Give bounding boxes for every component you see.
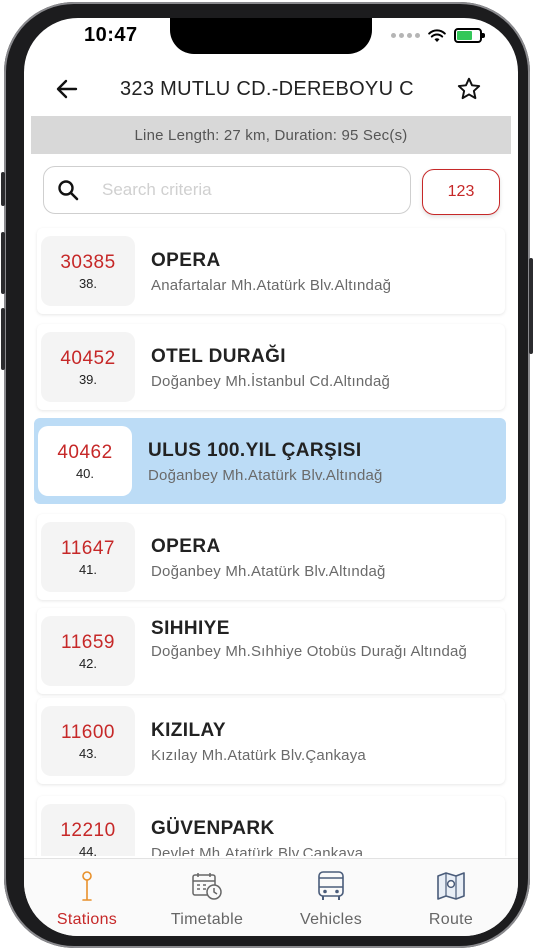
- status-bar: 10:47: [24, 18, 518, 62]
- stop-code-box: 11647 41.: [41, 522, 135, 592]
- calendar-clock-icon: [190, 869, 224, 903]
- app-header: 323 MUTLU CD.-DEREBOYU C: [24, 70, 518, 110]
- stop-name: OPERA: [151, 250, 221, 271]
- status-time: 10:47: [84, 24, 138, 46]
- stop-row-selected[interactable]: 40462 40. ULUS 100.YIL ÇARŞISI Doğanbey …: [34, 418, 506, 504]
- stop-row[interactable]: 11647 41. OPERA Doğanbey Mh.Atatürk Blv.…: [37, 514, 505, 600]
- stop-code: 40452: [60, 347, 116, 369]
- bus-icon: [314, 869, 348, 903]
- stop-code-box: 12210 44.: [41, 804, 135, 856]
- notch: [170, 18, 372, 54]
- signal-icon: [391, 33, 420, 38]
- stop-code: 11647: [61, 537, 115, 559]
- stop-code: 11600: [61, 721, 115, 743]
- stop-code: 40462: [57, 441, 113, 463]
- stop-row[interactable]: 11659 42. SIHHIYE Doğanbey Mh.Sıhhiye Ot…: [37, 608, 505, 694]
- tab-label: Route: [428, 911, 474, 928]
- tab-route[interactable]: Route: [396, 859, 506, 936]
- stop-list[interactable]: 30385 38. OPERA Anafartalar Mh.Atatürk B…: [24, 224, 518, 856]
- stop-address: Doğanbey Mh.İstanbul Cd.Altındağ: [151, 373, 391, 390]
- stop-name: ULUS 100.YIL ÇARŞISI: [148, 440, 362, 461]
- map-icon: [434, 869, 468, 903]
- stop-row[interactable]: 11600 43. KIZILAY Kızılay Mh.Atatürk Blv…: [37, 698, 505, 784]
- stop-address: Anafartalar Mh.Atatürk Blv.Altındağ: [151, 277, 392, 294]
- stop-row[interactable]: 12210 44. GÜVENPARK Devlet Mh.Atatürk Bl…: [37, 796, 505, 856]
- line-info-text: Line Length: 27 km, Duration: 95 Sec(s): [134, 126, 408, 144]
- search-box[interactable]: [43, 166, 411, 214]
- stop-address: Doğanbey Mh.Atatürk Blv.Altındağ: [151, 563, 386, 580]
- stop-address: Kızılay Mh.Atatürk Blv.Çankaya: [151, 747, 366, 764]
- app-screen: 10:47 323 MUTLU CD.-DEREBOYU C Line Leng…: [24, 18, 518, 936]
- stop-address: Devlet Mh.Atatürk Blv.Çankaya: [151, 845, 364, 856]
- battery-icon: [454, 28, 485, 43]
- bottom-tab-bar: Stations Timetable Vehicles Route: [24, 858, 518, 936]
- search-input[interactable]: [102, 180, 362, 200]
- stop-count-button[interactable]: 123: [422, 169, 500, 215]
- stop-order: 40.: [75, 465, 95, 481]
- stop-name: OTEL DURAĞI: [151, 346, 286, 367]
- tab-stations[interactable]: Stations: [32, 859, 142, 936]
- wifi-icon: [428, 28, 446, 42]
- phone-frame: 10:47 323 MUTLU CD.-DEREBOYU C Line Leng…: [1, 2, 533, 948]
- stop-name: SIHHIYE: [151, 618, 230, 639]
- volume-down-button: [1, 308, 5, 370]
- volume-up-button: [1, 232, 5, 294]
- stop-code-box: 40462 40.: [38, 426, 132, 496]
- stop-code-box: 11659 42.: [41, 616, 135, 686]
- back-button[interactable]: [52, 74, 82, 104]
- stop-code: 30385: [60, 251, 116, 273]
- stop-order: 38.: [78, 275, 98, 291]
- stop-row[interactable]: 40452 39. OTEL DURAĞI Doğanbey Mh.İstanb…: [37, 324, 505, 410]
- tab-timetable[interactable]: Timetable: [152, 859, 262, 936]
- stop-order: 39.: [78, 371, 98, 387]
- power-button: [529, 258, 533, 354]
- stop-code: 11659: [61, 631, 115, 653]
- stop-code-box: 40452 39.: [41, 332, 135, 402]
- stop-code-box: 11600 43.: [41, 706, 135, 776]
- stop-name: KIZILAY: [151, 720, 226, 741]
- tab-vehicles[interactable]: Vehicles: [276, 859, 386, 936]
- line-info-bar: Line Length: 27 km, Duration: 95 Sec(s): [31, 116, 511, 154]
- stop-address: Doğanbey Mh.Sıhhiye Otobüs Durağı Altınd…: [151, 643, 468, 660]
- stop-code: 12210: [60, 819, 116, 841]
- search-icon: [58, 180, 79, 201]
- stop-order: 43.: [78, 745, 98, 761]
- stop-name: OPERA: [151, 536, 221, 557]
- stop-order: 42.: [78, 655, 98, 671]
- stop-code-box: 30385 38.: [41, 236, 135, 306]
- stop-order: 41.: [78, 561, 98, 577]
- favorite-button[interactable]: [454, 74, 484, 104]
- tab-label: Stations: [56, 911, 118, 928]
- arrow-left-icon: [56, 79, 78, 99]
- stop-row[interactable]: 30385 38. OPERA Anafartalar Mh.Atatürk B…: [37, 228, 505, 314]
- page-title: 323 MUTLU CD.-DEREBOYU C: [120, 78, 414, 100]
- stop-name: GÜVENPARK: [151, 818, 275, 839]
- mute-switch: [1, 172, 5, 206]
- tab-label: Vehicles: [300, 911, 362, 928]
- stop-address: Doğanbey Mh.Atatürk Blv.Altındağ: [148, 467, 383, 484]
- tab-label: Timetable: [170, 911, 244, 928]
- status-icons: [391, 28, 485, 43]
- bus-stop-icon: [70, 869, 104, 903]
- stop-order: 44.: [78, 843, 98, 857]
- star-icon: [457, 77, 481, 100]
